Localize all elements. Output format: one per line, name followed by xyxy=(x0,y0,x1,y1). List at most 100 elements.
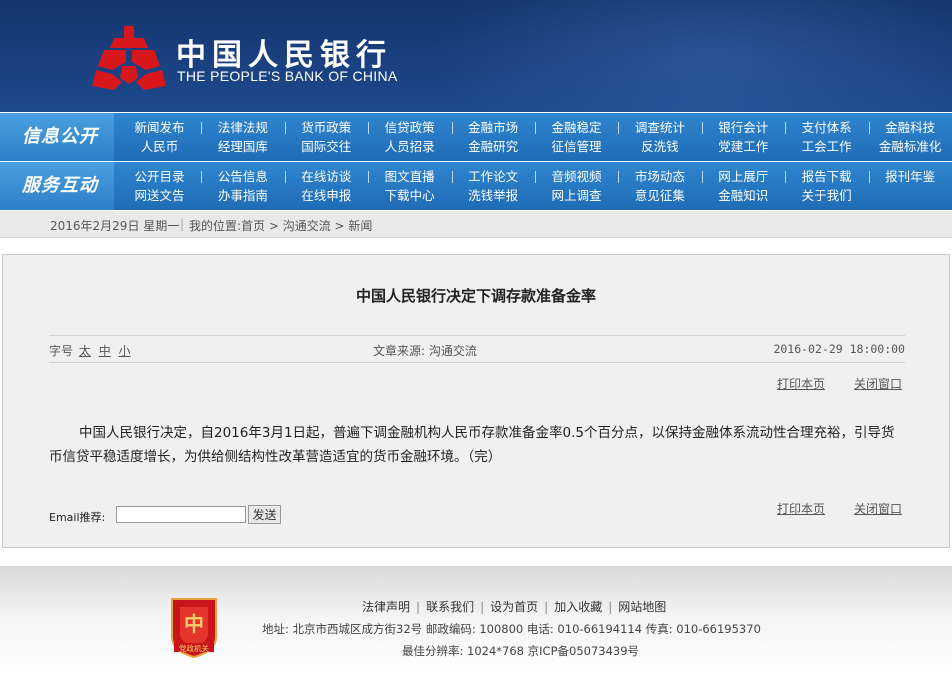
footer-link-separator: | xyxy=(608,600,613,614)
nav-link xyxy=(869,186,952,205)
footer-link[interactable]: 加入收藏 xyxy=(554,600,602,614)
nav-grid: 公开目录 网送文告 公告信息 办事指南 在线访谈 在线申报 图文直播 下载中心 工作论文 洗钱举报… xyxy=(118,167,952,207)
print-page-link-bottom[interactable]: 打印本页 xyxy=(777,500,825,517)
footer-link[interactable]: 设为首页 xyxy=(490,600,538,614)
nav-link[interactable]: 金融科技 xyxy=(869,118,952,137)
nav-link[interactable]: 货币政策 xyxy=(285,118,368,137)
header-glow xyxy=(432,0,952,112)
nav-link[interactable]: 下载中心 xyxy=(368,186,451,205)
nav-link[interactable]: 报告下载 xyxy=(785,167,868,186)
font-small-link[interactable]: 小 xyxy=(119,344,131,358)
nav-separator xyxy=(451,171,453,183)
nav-link[interactable]: 网上展厅 xyxy=(702,167,785,186)
nav-separator xyxy=(451,122,453,134)
pboc-logo-icon[interactable] xyxy=(92,26,166,90)
svg-text:党政机关: 党政机关 xyxy=(179,643,209,653)
nav-link[interactable]: 市场动态 xyxy=(618,167,701,186)
nav-link[interactable]: 金融知识 xyxy=(702,186,785,205)
footer-link-separator: | xyxy=(544,600,549,614)
nav-link[interactable]: 网送文告 xyxy=(118,186,201,205)
nav-link[interactable]: 办事指南 xyxy=(201,186,284,205)
email-label: Email推荐: xyxy=(49,511,106,524)
breadcrumb[interactable]: 我的位置:首页 > 沟通交流 > 新闻 xyxy=(189,217,372,234)
nav-separator xyxy=(201,122,203,134)
nav-link[interactable]: 公告信息 xyxy=(201,167,284,186)
nav-section-label: 信息公开 xyxy=(0,113,114,161)
close-window-link[interactable]: 关闭窗口 xyxy=(854,375,902,392)
nav-link[interactable]: 新闻发布 xyxy=(118,118,201,137)
nav-link[interactable]: 信贷政策 xyxy=(368,118,451,137)
footer-link[interactable]: 法律声明 xyxy=(362,600,410,614)
article-title: 中国人民银行决定下调存款准备金率 xyxy=(355,287,596,305)
nav-link[interactable]: 在线申报 xyxy=(285,186,368,205)
email-recommend: Email推荐: 发送 xyxy=(49,505,281,525)
font-large-link[interactable]: 太 xyxy=(79,344,91,358)
site-footer: 中 党政机关 法律声明 | 联系我们 | 设为首页 | 加入收藏 | 网站地图 地址: 北京市西… xyxy=(0,566,952,677)
nav-separator xyxy=(701,171,703,183)
print-page-link[interactable]: 打印本页 xyxy=(777,375,825,392)
nav-link[interactable]: 在线访谈 xyxy=(285,167,368,186)
nav-link[interactable]: 人民币 xyxy=(118,137,201,156)
crumb-divider: | xyxy=(180,217,185,231)
nav-info-disclosure: 信息公开 新闻发布 人民币 法律法规 经理国库 货币政策 国际交往 信贷政策 人员招录 金融市场… xyxy=(0,113,952,161)
footer-link-separator: | xyxy=(480,600,485,614)
nav-link[interactable]: 人员招录 xyxy=(368,137,451,156)
site-header: 中国人民银行 THE PEOPLE'S BANK OF CHINA xyxy=(0,0,952,112)
footer-link[interactable]: 联系我们 xyxy=(426,600,474,614)
nav-link[interactable]: 金融市场 xyxy=(452,118,535,137)
nav-link[interactable]: 音频视频 xyxy=(535,167,618,186)
article-body: 中国人民银行决定，自2016年3月1日起，普遍下调金融机构人民币存款准备金率0.… xyxy=(49,425,895,465)
nav-separator xyxy=(368,171,370,183)
nav-link[interactable]: 金融标准化 xyxy=(869,137,952,156)
nav-service-interaction: 服务互动 公开目录 网送文告 公告信息 办事指南 在线访谈 在线申报 图文直播 下载中心 工作论… xyxy=(0,162,952,210)
nav-link[interactable]: 洗钱举报 xyxy=(452,186,535,205)
font-medium-link[interactable]: 中 xyxy=(99,344,111,358)
breadcrumb-bar: 2016年2月29日 星期一 | 我的位置:首页 > 沟通交流 > 新闻 xyxy=(0,211,952,238)
nav-link[interactable]: 关于我们 xyxy=(785,186,868,205)
nav-link[interactable]: 党建工作 xyxy=(702,137,785,156)
nav-separator xyxy=(368,122,370,134)
nav-link[interactable]: 公开目录 xyxy=(118,167,201,186)
nav-link[interactable]: 银行会计 xyxy=(702,118,785,137)
nav-link[interactable]: 工会工作 xyxy=(785,137,868,156)
email-input[interactable] xyxy=(116,506,246,523)
nav-separator xyxy=(201,171,203,183)
nav-link[interactable]: 国际交往 xyxy=(285,137,368,156)
nav-link[interactable]: 调查统计 xyxy=(618,118,701,137)
footer-links: 法律声明 | 联系我们 | 设为首页 | 加入收藏 | 网站地图 xyxy=(362,598,666,615)
font-size-label: 字号 xyxy=(49,344,74,358)
nav-link[interactable]: 金融稳定 xyxy=(535,118,618,137)
nav-separator xyxy=(535,171,536,183)
article-meta: 字号 太 中 小 文章来源: 沟通交流 2016-02-29 18:00:00 xyxy=(49,335,905,363)
nav-link[interactable]: 图文直播 xyxy=(368,167,451,186)
nav-link[interactable]: 网上调查 xyxy=(535,186,618,205)
send-button[interactable]: 发送 xyxy=(248,505,281,524)
nav-link[interactable]: 报刊年鉴 xyxy=(869,167,952,186)
svg-text:中: 中 xyxy=(184,612,204,636)
nav-link[interactable]: 反洗钱 xyxy=(618,137,701,156)
nav-separator xyxy=(701,122,703,134)
footer-link[interactable]: 网站地图 xyxy=(618,600,666,614)
party-gov-badge-icon[interactable]: 中 党政机关 xyxy=(168,597,220,659)
nav-link[interactable]: 金融研究 xyxy=(452,137,535,156)
footer-address: 地址: 北京市西城区成方街32号 邮政编码: 100800 电话: 010-66… xyxy=(262,622,761,636)
bank-name-en: THE PEOPLE'S BANK OF CHINA xyxy=(177,68,398,84)
nav-link[interactable]: 工作论文 xyxy=(452,167,535,186)
nav-separator xyxy=(535,122,536,134)
font-size-control: 字号 太 中 小 xyxy=(49,342,133,359)
nav-separator xyxy=(618,171,620,183)
nav-link[interactable]: 经理国库 xyxy=(201,137,284,156)
nav-separator xyxy=(785,122,787,134)
nav-link[interactable]: 意见征集 xyxy=(618,186,701,205)
current-date: 2016年2月29日 星期一 xyxy=(50,219,180,233)
nav-separator xyxy=(785,171,787,183)
nav-link[interactable]: 支付体系 xyxy=(785,118,868,137)
nav-link[interactable]: 征信管理 xyxy=(535,137,618,156)
nav-link[interactable]: 法律法规 xyxy=(201,118,284,137)
nav-separator xyxy=(284,122,286,134)
nav-separator xyxy=(618,122,620,134)
article-panel: 中国人民银行决定下调存款准备金率 字号 太 中 小 文章来源: 沟通交流 201… xyxy=(2,254,950,548)
footer-resolution: 最佳分辨率: 1024*768 京ICP备05073439号 xyxy=(402,644,640,658)
close-window-link-bottom[interactable]: 关闭窗口 xyxy=(854,500,902,517)
nav-section-label: 服务互动 xyxy=(0,162,114,210)
